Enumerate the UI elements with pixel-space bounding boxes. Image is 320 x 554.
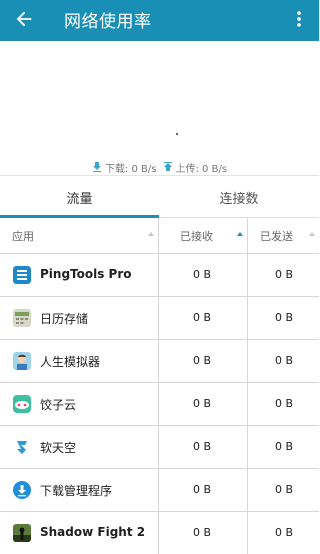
table-header: 应用 已接收 已发送 xyxy=(0,218,319,254)
column-divider xyxy=(247,469,248,511)
column-header-app[interactable]: 应用 xyxy=(12,218,158,253)
shadow-fight-icon xyxy=(13,524,31,542)
received-value: 0 B xyxy=(193,483,212,496)
received-value: 0 B xyxy=(193,397,212,410)
app-name: Shadow Fight 2 xyxy=(40,525,146,539)
column-divider xyxy=(247,383,248,425)
column-divider xyxy=(247,512,248,554)
column-divider xyxy=(158,340,159,382)
graph-point xyxy=(176,133,178,135)
page-title: 网络使用率 xyxy=(64,12,152,32)
app-bar: 网络使用率 xyxy=(0,0,319,41)
column-header-received-label: 已接收 xyxy=(180,229,213,243)
received-value: 0 B xyxy=(193,440,212,453)
table-row[interactable]: 人生模拟器 0 B 0 B xyxy=(0,340,319,383)
sent-value: 0 B xyxy=(275,354,294,367)
app-name: 下载管理程序 xyxy=(40,484,113,498)
column-header-sent-label: 已发送 xyxy=(260,229,293,243)
sent-value: 0 B xyxy=(275,397,294,410)
download-manager-icon xyxy=(13,481,31,499)
sent-value: 0 B xyxy=(275,440,294,453)
column-divider xyxy=(158,469,159,511)
column-header-app-label: 应用 xyxy=(12,229,34,243)
sort-arrow-icon xyxy=(148,232,154,236)
table-row[interactable]: 下载管理程序 0 B 0 B xyxy=(0,469,319,512)
table-row[interactable]: 软天空 0 B 0 B xyxy=(0,426,319,469)
sent-value: 0 B xyxy=(275,268,294,281)
received-value: 0 B xyxy=(193,268,212,281)
table-row[interactable]: PingTools Pro 0 B 0 B xyxy=(0,254,319,297)
tab-connections[interactable]: 连接数 xyxy=(159,176,319,218)
calendar-storage-icon xyxy=(13,309,31,327)
table-row[interactable]: Shadow Fight 2 0 B 0 B xyxy=(0,512,319,554)
column-divider xyxy=(158,512,159,554)
table-row[interactable]: 日历存储 0 B 0 B xyxy=(0,297,319,340)
arrow-back-icon[interactable] xyxy=(13,8,35,30)
sort-arrow-active-icon xyxy=(237,232,243,236)
column-divider xyxy=(247,297,248,339)
sent-value: 0 B xyxy=(275,311,294,324)
life-simulator-icon xyxy=(13,352,31,370)
column-header-received[interactable]: 已接收 xyxy=(158,218,247,253)
sort-arrow-icon xyxy=(309,232,315,236)
sent-value: 0 B xyxy=(275,526,294,539)
more-vert-icon[interactable] xyxy=(289,8,309,30)
sent-value: 0 B xyxy=(275,483,294,496)
app-name: 饺子云 xyxy=(40,398,77,412)
column-divider xyxy=(158,426,159,468)
received-value: 0 B xyxy=(193,526,212,539)
pingtools-icon xyxy=(13,266,31,284)
traffic-graph xyxy=(0,41,319,154)
download-speed-label: 下载: 0 B/s xyxy=(104,163,157,175)
upload-speed-label: 上传: 0 B/s xyxy=(175,163,228,175)
app-name: PingTools Pro xyxy=(40,267,132,281)
soft-sky-icon xyxy=(13,438,31,456)
app-name: 人生模拟器 xyxy=(40,355,101,369)
column-divider xyxy=(158,254,159,296)
app-name: 日历存储 xyxy=(40,312,89,326)
app-name: 软天空 xyxy=(40,441,77,455)
download-speed-icon xyxy=(92,162,101,172)
received-value: 0 B xyxy=(193,311,212,324)
received-value: 0 B xyxy=(193,354,212,367)
upload-speed-icon xyxy=(163,162,172,171)
speed-readout: 下载: 0 B/s 上传: 0 B/s xyxy=(0,159,319,175)
column-divider xyxy=(158,383,159,425)
column-divider xyxy=(247,254,248,296)
column-divider xyxy=(247,340,248,382)
tab-traffic[interactable]: 流量 xyxy=(0,176,159,218)
table-row[interactable]: 饺子云 0 B 0 B xyxy=(0,383,319,426)
tab-bar: 流量 连接数 xyxy=(0,175,319,218)
column-divider xyxy=(158,297,159,339)
dumpling-cloud-icon xyxy=(13,395,31,413)
column-divider xyxy=(247,426,248,468)
